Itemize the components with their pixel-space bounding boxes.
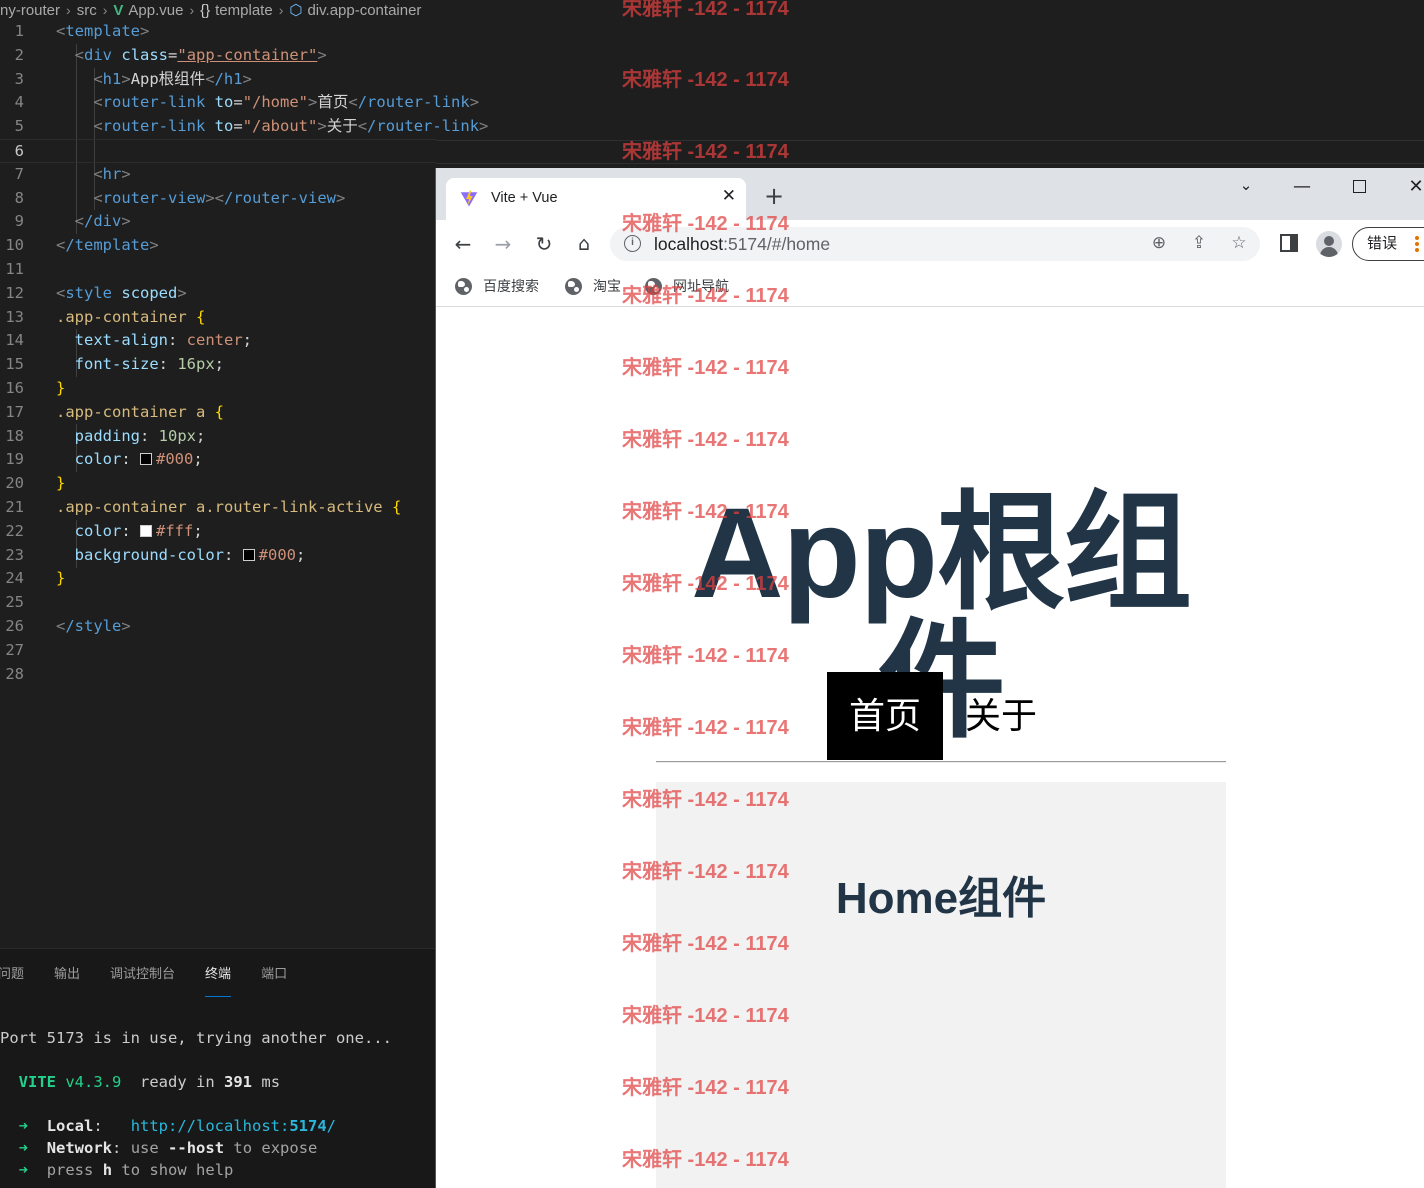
code-line: 5 <router-link to="/about">关于</router-li… <box>14 117 489 136</box>
side-panel-icon[interactable] <box>1280 234 1298 252</box>
globe-icon <box>645 277 662 295</box>
code-line: 21 .app-container a.router-link-active { <box>5 497 402 516</box>
panel-tabs: 问题 输出 调试控制台 终端 端口 <box>0 963 317 997</box>
code-line: 2 <div class="app-container"> <box>14 45 327 64</box>
tab-ports[interactable]: 端口 <box>261 963 287 987</box>
router-view: Home组件 <box>656 782 1226 1188</box>
chevron-right-icon: › <box>278 2 284 18</box>
maximize-icon[interactable] <box>1339 176 1379 202</box>
window-close-icon[interactable]: ✕ <box>1396 176 1424 202</box>
code-line: 19 color: #000; <box>5 450 203 469</box>
forward-arrow-icon[interactable]: → <box>489 230 517 258</box>
minimize-icon[interactable]: — <box>1282 176 1322 202</box>
globe-icon <box>455 277 472 295</box>
bookmark-baidu[interactable]: 百度搜索 <box>455 276 539 296</box>
terminal-line: VITE v4.3.9 ready in 391 ms <box>18 1073 281 1091</box>
bookmarks-bar: 百度搜索 淘宝 网址导航 <box>436 268 1424 307</box>
bookmark-star-icon[interactable]: ☆ <box>1228 233 1250 255</box>
code-line: 28 <box>5 664 24 683</box>
browser-window: Vite + Vue ✕ + ⌄ — ✕ ← → ↻ ⌂ i localhost… <box>436 168 1424 1188</box>
code-line: 1 <template> <box>14 22 150 40</box>
local-url-link[interactable]: http://localhost:5174/ <box>131 1117 336 1135</box>
router-link-home[interactable]: 首页 <box>827 672 944 760</box>
chevron-right-icon: › <box>102 2 108 18</box>
code-line: 10 </template> <box>5 236 159 255</box>
terminal-line: Port 5173 is in use, trying another one.… <box>0 1029 392 1047</box>
tab-terminal[interactable]: 终端 <box>205 963 232 997</box>
cube-icon: ⬡ <box>289 2 303 19</box>
breadcrumb-item-template[interactable]: template <box>215 2 273 19</box>
terminal-line: ➜ Network: use --host to expose <box>18 1139 318 1157</box>
router-link-about[interactable]: 关于 <box>943 672 1059 760</box>
more-dots-icon[interactable] <box>1415 236 1419 254</box>
code-line-current: 6 <box>0 138 436 163</box>
code-line: 17 .app-container a { <box>5 402 224 421</box>
home-icon[interactable]: ⌂ <box>570 230 598 258</box>
profile-avatar-icon[interactable] <box>1316 231 1342 257</box>
terminal-line: ➜ Local: http://localhost:5174/ <box>18 1117 336 1135</box>
home-heading: Home组件 <box>835 874 1047 923</box>
tab-strip: Vite + Vue ✕ + ⌄ — ✕ <box>436 168 1424 220</box>
code-line: 14 text-align: center; <box>5 331 253 350</box>
code-line: 22 color: #fff; <box>5 521 203 540</box>
globe-icon <box>565 277 582 295</box>
bookmark-nav[interactable]: 网址导航 <box>645 276 729 296</box>
color-swatch[interactable] <box>242 548 255 561</box>
terminal-line: ➜ press h to show help <box>18 1161 234 1179</box>
breadcrumb-item-src[interactable]: src <box>77 2 97 19</box>
code-line: 27 <box>5 640 24 659</box>
color-swatch[interactable] <box>140 524 153 537</box>
close-icon[interactable]: ✕ <box>722 186 736 206</box>
current-line-highlight <box>436 140 1424 164</box>
bottom-panel: 问题 输出 调试控制台 终端 端口 Port 5173 is in use, t… <box>0 948 436 1188</box>
breadcrumb-item-project[interactable]: ny-router <box>0 2 60 19</box>
code-line: 7 <hr> <box>14 164 131 183</box>
tab-search-chevron-icon[interactable]: ⌄ <box>1226 176 1266 202</box>
bookmark-taobao[interactable]: 淘宝 <box>565 276 621 296</box>
tab-output[interactable]: 输出 <box>54 963 80 987</box>
browser-toolbar: ← → ↻ ⌂ i localhost:5174/#/home ⊕ ⇪ ☆ 错误 <box>436 220 1424 268</box>
code-line: 8 <router-view></router-view> <box>14 188 346 207</box>
page-viewport: App根组件 首页 关于 Home组件 <box>436 308 1424 1188</box>
divider <box>656 761 1226 763</box>
code-line: 23 background-color: #000; <box>5 545 306 564</box>
back-arrow-icon[interactable]: ← <box>449 230 477 258</box>
error-button[interactable]: 错误 <box>1352 227 1424 261</box>
browser-tab[interactable]: Vite + Vue ✕ <box>446 178 746 220</box>
reload-icon[interactable]: ↻ <box>530 230 558 258</box>
code-line: 24} <box>5 569 66 588</box>
code-line: 12 <style scoped> <box>5 283 187 302</box>
chevron-right-icon: › <box>189 2 195 18</box>
code-line: 13 .app-container { <box>5 307 206 326</box>
code-line: 9 </div> <box>14 212 131 231</box>
tab-title: Vite + Vue <box>491 190 558 206</box>
code-line: 3 <h1>App根组件</h1> <box>14 69 252 88</box>
braces-icon: {} <box>200 1 211 19</box>
color-swatch[interactable] <box>140 453 153 466</box>
vite-logo-icon <box>460 190 478 207</box>
url-text[interactable]: localhost:5174/#/home <box>654 234 830 255</box>
code-line: 11 <box>5 259 24 278</box>
info-icon[interactable]: i <box>624 235 641 252</box>
tab-problems[interactable]: 问题 <box>0 963 24 987</box>
zoom-icon[interactable]: ⊕ <box>1148 233 1170 255</box>
code-line: 15 font-size: 16px; <box>5 355 225 374</box>
chevron-right-icon: › <box>66 2 71 18</box>
code-line: 4 <router-link to="/home">首页</router-lin… <box>14 93 480 112</box>
breadcrumb-item-element[interactable]: div.app-container <box>307 2 421 19</box>
new-tab-button[interactable]: + <box>764 184 784 208</box>
code-line: 16} <box>5 378 66 397</box>
share-icon[interactable]: ⇪ <box>1188 233 1210 255</box>
code-area[interactable]: 1 <template> 2 <div class="app-container"… <box>0 20 489 686</box>
code-line: 20} <box>5 474 66 493</box>
router-nav: 首页 关于 <box>827 672 1059 760</box>
vue-file-icon: V <box>113 1 124 19</box>
code-line: 18 padding: 10px; <box>5 426 206 445</box>
breadcrumb-item-file[interactable]: App.vue <box>128 2 183 19</box>
address-bar[interactable]: i localhost:5174/#/home ⊕ ⇪ ☆ <box>610 227 1260 261</box>
code-line: 25 <box>5 593 24 612</box>
tab-debug-console[interactable]: 调试控制台 <box>110 963 175 987</box>
breadcrumb: ny-router › src › V App.vue › {} templat… <box>0 0 1424 20</box>
code-line: 26 </style> <box>5 616 131 635</box>
